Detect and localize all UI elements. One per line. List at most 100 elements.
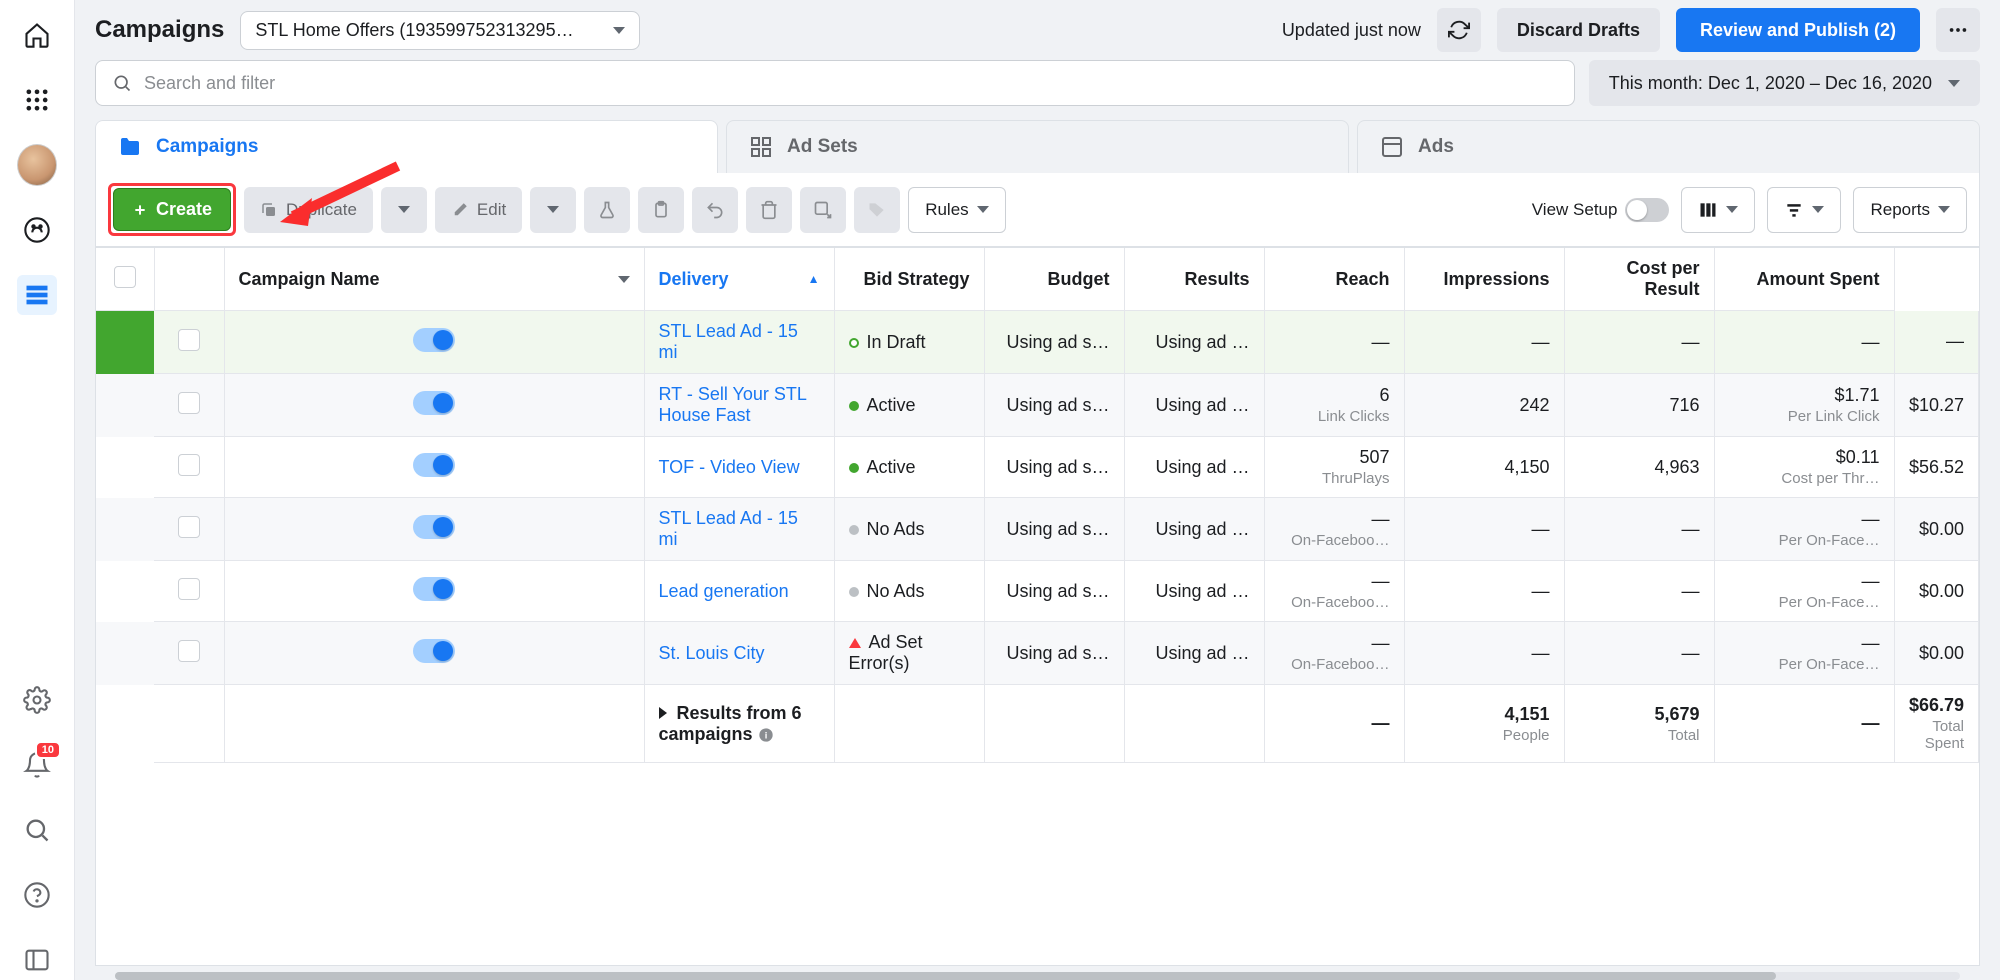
reports-button[interactable]: Reports [1853, 187, 1967, 233]
caret-down-icon [977, 206, 989, 213]
nav-search[interactable] [17, 810, 57, 850]
undo-button[interactable] [692, 187, 738, 233]
duplicate-button[interactable]: Duplicate [244, 187, 373, 233]
nav-gauge[interactable] [17, 210, 57, 250]
col-impressions[interactable]: Impressions [1404, 248, 1564, 311]
delivery-cell: No Ads [834, 498, 984, 561]
rules-button[interactable]: Rules [908, 187, 1005, 233]
col-bid[interactable]: Bid Strategy [834, 248, 984, 311]
row-checkbox[interactable] [178, 392, 200, 414]
row-toggle[interactable] [413, 577, 455, 601]
bid-cell: Using ad s… [984, 374, 1124, 437]
tab-ads[interactable]: Ads [1357, 120, 1980, 173]
create-label: Create [156, 199, 212, 220]
date-range-button[interactable]: This month: Dec 1, 2020 – Dec 16, 2020 [1589, 60, 1980, 106]
row-toggle[interactable] [413, 453, 455, 477]
search-box[interactable] [95, 60, 1575, 106]
status-dot-icon [849, 587, 859, 597]
edit-dropdown[interactable] [530, 187, 576, 233]
row-checkbox[interactable] [178, 640, 200, 662]
export-button[interactable] [800, 187, 846, 233]
row-toggle[interactable] [413, 639, 455, 663]
table-row[interactable]: RT - Sell Your STL House Fast Active Usi… [96, 374, 1979, 437]
row-checkbox[interactable] [178, 454, 200, 476]
tab-campaigns[interactable]: Campaigns [95, 120, 718, 173]
row-indicator [96, 561, 154, 622]
tag-button[interactable] [854, 187, 900, 233]
bell-icon [23, 751, 51, 779]
col-results[interactable]: Results [1124, 248, 1264, 311]
search-input[interactable] [144, 73, 1558, 94]
table-icon [23, 281, 51, 309]
spent-cell: $0.00 [1894, 498, 1979, 561]
tabs: Campaigns Ad Sets Ads [95, 120, 1980, 173]
nav-help[interactable] [17, 875, 57, 915]
col-delivery[interactable]: Delivery▲ [644, 248, 834, 311]
col-cpr[interactable]: Cost per Result [1564, 248, 1714, 311]
row-toggle[interactable] [413, 328, 455, 352]
discard-drafts-button[interactable]: Discard Drafts [1497, 8, 1660, 52]
reach-cell: — [1404, 311, 1564, 374]
status-dot-icon [849, 463, 859, 473]
table-row[interactable]: St. Louis City Ad Set Error(s) Using ad … [96, 622, 1979, 685]
row-toggle[interactable] [413, 391, 455, 415]
row-checkbox[interactable] [178, 329, 200, 351]
row-toggle[interactable] [413, 515, 455, 539]
row-toggle-cell [224, 561, 644, 622]
table-row[interactable]: TOF - Video View Active Using ad s… Usin… [96, 437, 1979, 498]
campaign-name-link[interactable]: TOF - Video View [644, 437, 834, 498]
row-checkbox[interactable] [178, 578, 200, 600]
campaign-name-link[interactable]: STL Lead Ad - 15 mi [644, 498, 834, 561]
impressions-cell: 4,963 [1564, 437, 1714, 498]
tab-adsets[interactable]: Ad Sets [726, 120, 1349, 173]
results-cell: 6Link Clicks [1264, 374, 1404, 437]
nav-notifications[interactable] [17, 745, 57, 785]
nav-apps[interactable] [17, 80, 57, 120]
nav-ads-manager[interactable] [17, 275, 57, 315]
table-row[interactable]: Lead generation No Ads Using ad s… Using… [96, 561, 1979, 622]
campaign-name-link[interactable]: Lead generation [644, 561, 834, 622]
col-checkbox[interactable] [96, 248, 154, 311]
columns-button[interactable] [1681, 187, 1755, 233]
test-button[interactable] [584, 187, 630, 233]
horizontal-scrollbar[interactable] [115, 972, 1960, 980]
campaign-name-link[interactable]: RT - Sell Your STL House Fast [644, 374, 834, 437]
select-all-checkbox[interactable] [114, 266, 136, 288]
col-reach[interactable]: Reach [1264, 248, 1404, 311]
nav-settings[interactable] [17, 680, 57, 720]
caret-right-icon[interactable] [659, 707, 667, 719]
nav-collapse[interactable] [17, 940, 57, 980]
col-budget[interactable]: Budget [984, 248, 1124, 311]
table-row[interactable]: STL Lead Ad - 15 mi No Ads Using ad s… U… [96, 498, 1979, 561]
toggle-switch[interactable] [1625, 198, 1669, 222]
create-button[interactable]: Create [113, 188, 231, 231]
campaign-name-link[interactable]: St. Louis City [644, 622, 834, 685]
summary-spent: $66.79Total Spent [1894, 685, 1979, 763]
duplicate-dropdown[interactable] [381, 187, 427, 233]
col-name[interactable]: Campaign Name [224, 248, 644, 311]
results-cell: — [1264, 311, 1404, 374]
campaigns-table-wrap: Campaign Name Delivery▲ Bid Strategy Bud… [95, 247, 1980, 966]
row-checkbox[interactable] [178, 516, 200, 538]
campaign-name-link[interactable]: STL Lead Ad - 15 mi [644, 311, 834, 374]
review-publish-button[interactable]: Review and Publish (2) [1676, 8, 1920, 52]
col-spent[interactable]: Amount Spent [1714, 248, 1894, 311]
updated-label: Updated just now [1282, 20, 1421, 41]
budget-cell: Using ad … [1124, 561, 1264, 622]
refresh-button[interactable] [1437, 8, 1481, 52]
cpr-cell: $0.11Cost per Thr… [1714, 437, 1894, 498]
account-selector[interactable]: STL Home Offers (193599752313295… [240, 11, 640, 50]
delete-button[interactable] [746, 187, 792, 233]
tab-label: Ad Sets [787, 136, 858, 158]
more-button[interactable] [1936, 8, 1980, 52]
impressions-cell: 716 [1564, 374, 1714, 437]
nav-home[interactable] [17, 15, 57, 55]
nav-profile[interactable] [17, 145, 57, 185]
breakdown-button[interactable] [1767, 187, 1841, 233]
budget-cell: Using ad … [1124, 498, 1264, 561]
edit-button[interactable]: Edit [435, 187, 522, 233]
view-setup-toggle[interactable]: View Setup [1532, 198, 1670, 222]
table-row[interactable]: STL Lead Ad - 15 mi In Draft Using ad s…… [96, 311, 1979, 374]
delivery-cell: Active [834, 374, 984, 437]
clipboard-button[interactable] [638, 187, 684, 233]
